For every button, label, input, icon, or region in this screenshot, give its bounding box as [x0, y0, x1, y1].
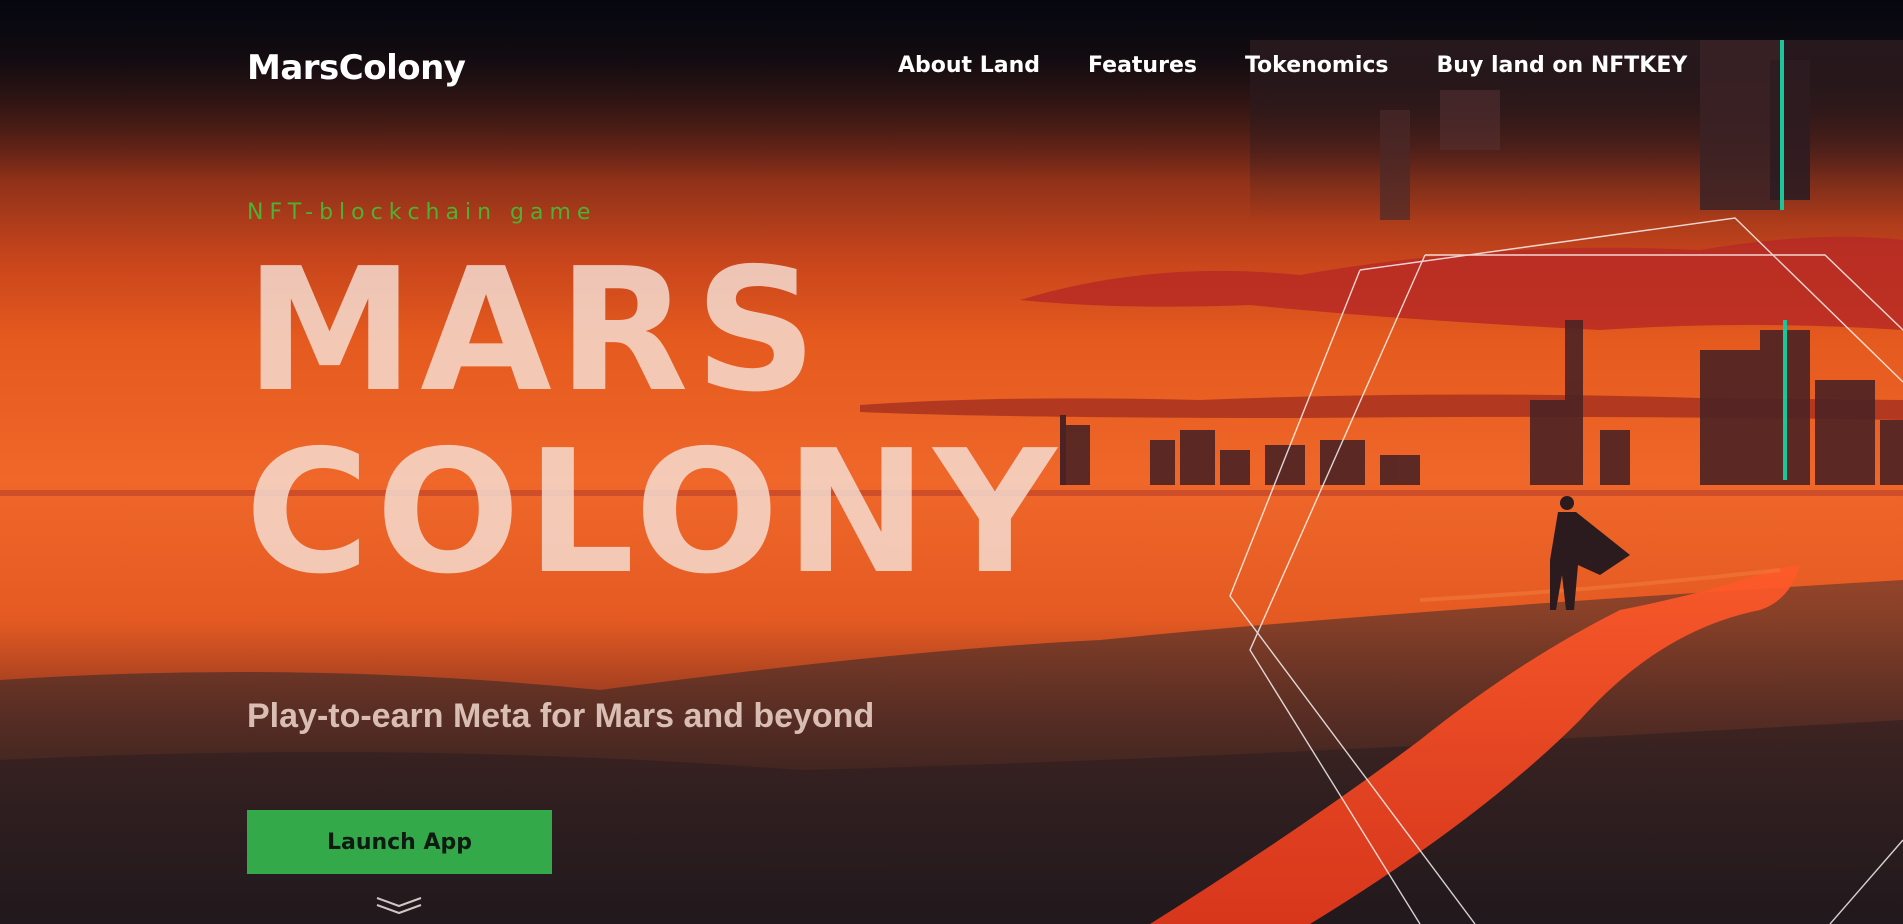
hero-title-line-2: COLONY [245, 414, 1063, 612]
top-navigation: MarsColony About Land Features Tokenomic… [0, 0, 1903, 135]
nav-link-features[interactable]: Features [1088, 53, 1197, 78]
double-chevron-down-icon[interactable] [375, 896, 423, 916]
nav-link-buy-land[interactable]: Buy land on NFTKEY [1437, 53, 1688, 78]
nav-link-tokenomics[interactable]: Tokenomics [1245, 53, 1389, 78]
site-logo[interactable]: MarsColony [247, 48, 466, 88]
hero-section: MarsColony About Land Features Tokenomic… [0, 0, 1903, 924]
hero-eyebrow: NFT-blockchain game [247, 200, 597, 225]
nav-links: About Land Features Tokenomics Buy land … [898, 53, 1687, 78]
hero-tagline: Play-to-earn Meta for Mars and beyond [247, 697, 875, 735]
launch-app-button[interactable]: Launch App [247, 810, 552, 874]
hero-title: MARS COLONY [245, 240, 1062, 604]
nav-link-about-land[interactable]: About Land [898, 53, 1040, 78]
hero-title-line-1: MARS [245, 232, 824, 430]
